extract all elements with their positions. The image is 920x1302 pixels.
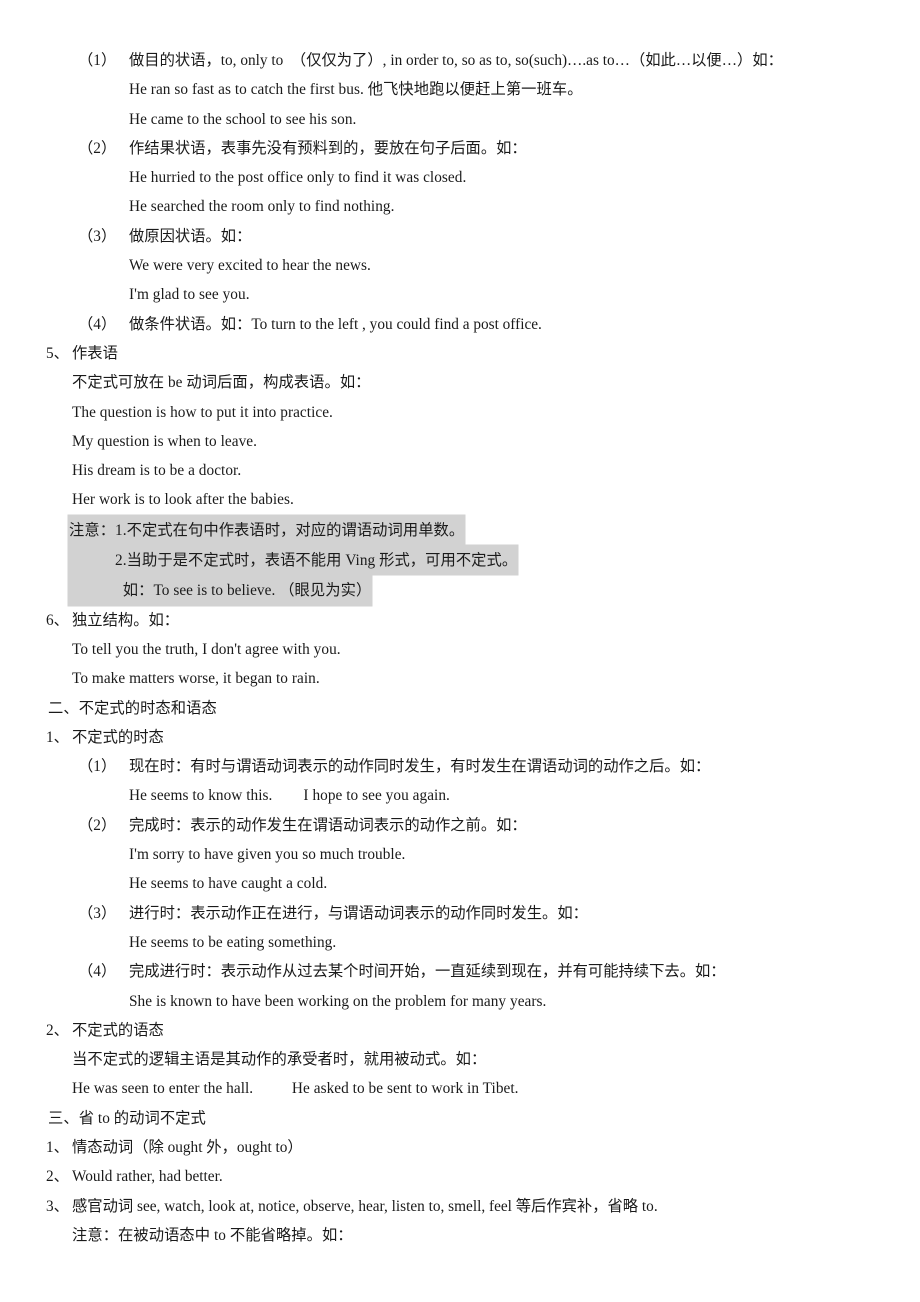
example-sentence: She is known to have been working on the… (129, 992, 547, 1010)
list-item-tense-perfect: （2） 完成时：表示的动作发生在谓语动词表示的动作之前。如： (46, 811, 860, 840)
list-item-text: 作结果状语，表事先没有预料到的，要放在句子后面。如： (129, 139, 527, 157)
list-item-text: 进行时：表示动作正在进行，与谓语动词表示的动作同时发生。如： (129, 904, 588, 922)
note-text-3: 注意：1如：To see is to believe. （眼见为实） (68, 575, 373, 606)
list-marker: （4） (78, 963, 117, 981)
section-heading: 不定式的语态 (72, 1021, 164, 1039)
list-item-adverbial-purpose: （1） 做目的状语，to, only to （仅仅为了）, in order t… (46, 46, 860, 75)
note-text: 注意：在被动语态中 to 不能省略掉。如： (72, 1226, 353, 1244)
list-marker: （2） (78, 139, 117, 157)
chapter-heading-2: 二、不定式的时态和语态 (48, 699, 217, 717)
list-item-tense-progressive: （3） 进行时：表示动作正在进行，与谓语动词表示的动作同时发生。如： (46, 899, 860, 928)
example-sentence: I'm glad to see you. (129, 286, 250, 304)
list-marker: 1、 (46, 728, 69, 746)
list-marker: 6、 (46, 611, 69, 629)
example-sentence: To make matters worse, it began to rain. (72, 670, 320, 688)
section-text: Would rather, had better. (72, 1168, 223, 1186)
list-item-text: 完成进行时：表示动作从过去某个时间开始，一直延续到现在，并有可能持续下去。如： (129, 963, 726, 981)
note-text-1: 注意：1.不定式在句中作表语时，对应的谓语动词用单数。 (68, 514, 466, 546)
section-lead-text: 当不定式的逻辑主语是其动作的承受者时，就用被动式。如： (72, 1051, 487, 1069)
list-item-adverbial-condition: （4） 做条件状语。如：To turn to the left , you co… (46, 310, 860, 339)
section-item-5: 5、 作表语 (46, 339, 860, 368)
section-item-6: 6、 独立结构。如： (46, 606, 860, 635)
list-item-tense-perfect-progressive: （4） 完成进行时：表示动作从过去某个时间开始，一直延续到现在，并有可能持续下去… (46, 957, 860, 986)
list-marker: （4） (78, 315, 117, 333)
note-text-2-content: 2.当助于是不定式时，表语不能用 Ving 形式，可用不定式。 (115, 552, 518, 570)
list-marker: 2、 (46, 1021, 69, 1039)
section-item-voice: 2、 不定式的语态 (46, 1016, 860, 1045)
document-page: （1） 做目的状语，to, only to （仅仅为了）, in order t… (0, 0, 920, 1302)
example-sentence: His dream is to be a doctor. (72, 462, 242, 480)
list-item-text: 做条件状语。如：To turn to the left , you could … (129, 315, 542, 333)
example-sentence: To tell you the truth, I don't agree wit… (72, 640, 341, 658)
chapter-heading-3: 三、省 to 的动词不定式 (48, 1109, 206, 1127)
highlighted-note-row: 注意：1.不定式在句中作表语时，对应的谓语动词用单数。 (46, 514, 860, 546)
section-item-modal-verbs: 1、 情态动词（除 ought 外，ought to） (46, 1133, 860, 1162)
list-item-text: 做目的状语，to, only to （仅仅为了）, in order to, s… (129, 52, 783, 69)
section-heading: 作表语 (72, 344, 118, 362)
list-marker: （3） (78, 904, 117, 922)
list-item-text: 做原因状语。如： (129, 227, 252, 245)
section-heading: 独立结构。如： (72, 611, 180, 629)
example-sentence: He seems to know this. I hope to see you… (129, 787, 450, 805)
note-text-2: 注意：2.当助于是不定式时，表语不能用 Ving 形式，可用不定式。 (68, 545, 519, 576)
list-marker: （2） (78, 816, 117, 834)
section-text: 情态动词（除 ought 外，ought to） (72, 1138, 303, 1156)
example-sentence: He came to the school to see his son. (129, 110, 357, 128)
note-text-3-content: 如：To see is to believe. （眼见为实） (122, 582, 372, 600)
section-lead-text: 不定式可放在 be 动词后面，构成表语。如： (72, 374, 371, 392)
highlighted-note-row: 注意：1如：To see is to believe. （眼见为实） (46, 575, 860, 606)
example-sentence: He was seen to enter the hall. He asked … (72, 1080, 519, 1098)
list-marker: （1） (78, 52, 117, 69)
list-marker: （1） (78, 758, 117, 776)
example-sentence: My question is when to leave. (72, 432, 257, 450)
example-sentence: We were very excited to hear the news. (129, 257, 371, 275)
highlighted-note-row: 注意：2.当助于是不定式时，表语不能用 Ving 形式，可用不定式。 (46, 545, 860, 576)
section-item-sense-verbs: 3、 感官动词 see, watch, look at, notice, obs… (46, 1192, 860, 1221)
list-item-tense-present: （1） 现在时：有时与谓语动词表示的动作同时发生，有时发生在谓语动词的动作之后。… (46, 752, 860, 781)
list-item-text: 现在时：有时与谓语动词表示的动作同时发生，有时发生在谓语动词的动作之后。如： (129, 758, 711, 776)
example-sentence: I'm sorry to have given you so much trou… (129, 846, 406, 864)
list-item-adverbial-reason: （3） 做原因状语。如： (46, 222, 860, 251)
section-item-would-rather: 2、 Would rather, had better. (46, 1162, 860, 1191)
example-sentence: He hurried to the post office only to fi… (129, 169, 467, 187)
example-sentence: He seems to have caught a cold. (129, 875, 328, 893)
example-sentence: He ran so fast as to catch the first bus… (129, 81, 583, 99)
list-marker: （3） (78, 227, 117, 245)
section-text: 感官动词 see, watch, look at, notice, observ… (72, 1197, 658, 1215)
list-marker: 2、 (46, 1168, 69, 1186)
section-item-tense: 1、 不定式的时态 (46, 723, 860, 752)
example-sentence: He seems to be eating something. (129, 933, 337, 951)
list-marker: 1、 (46, 1138, 69, 1156)
section-heading: 不定式的时态 (72, 728, 164, 746)
example-sentence: The question is how to put it into pract… (72, 403, 333, 421)
list-marker: 3、 (46, 1197, 69, 1215)
list-item-text: 完成时：表示的动作发生在谓语动词表示的动作之前。如： (129, 816, 527, 834)
example-sentence: Her work is to look after the babies. (72, 491, 294, 509)
list-marker: 5、 (46, 344, 69, 362)
example-sentence: He searched the room only to find nothin… (129, 198, 395, 216)
list-item-adverbial-result: （2） 作结果状语，表事先没有预料到的，要放在句子后面。如： (46, 134, 860, 163)
